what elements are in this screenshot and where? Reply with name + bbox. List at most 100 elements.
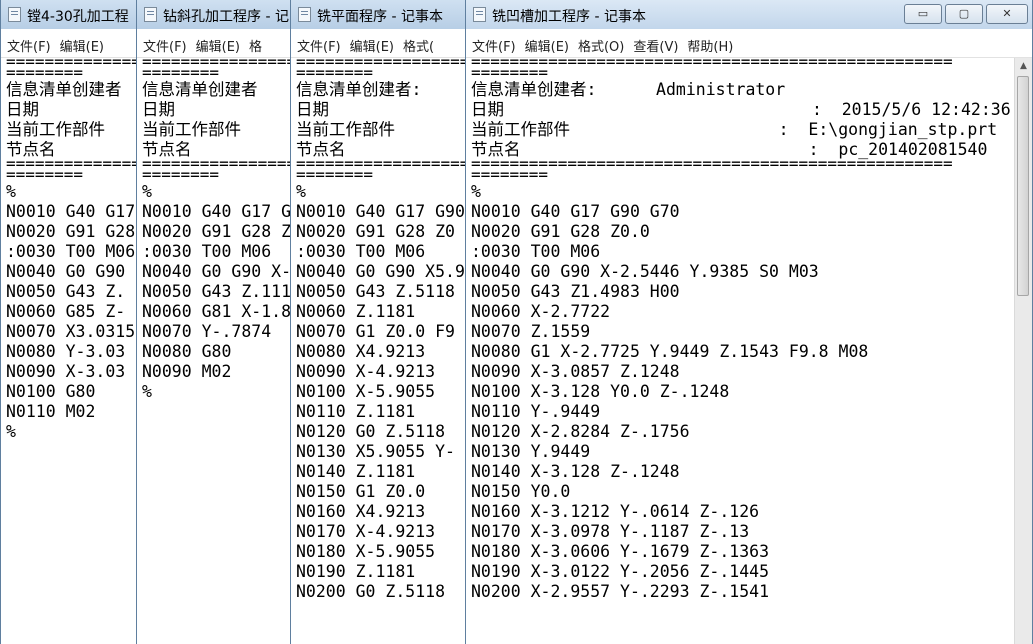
text-area[interactable]: ============================信息清单创建者:日期当前… [291, 58, 467, 644]
notepad-icon [473, 7, 486, 22]
window-title: 铣凹槽加工程序 - 记事本 [492, 9, 646, 25]
text-line: % [6, 182, 16, 201]
text-line: % [6, 422, 16, 441]
document-text[interactable]: ========================================… [466, 58, 1015, 602]
menu-format[interactable]: 格 [249, 36, 262, 55]
text-line: N0090 M02 [142, 362, 232, 381]
text-line: ========================================… [471, 160, 1015, 168]
text-line: ======== [142, 66, 220, 80]
document-text[interactable]: ============================信息清单创建者:日期当前… [291, 58, 467, 602]
window-title: 铣平面程序 - 记事本 [317, 9, 443, 25]
menu-file[interactable]: 文件(F) [7, 36, 51, 55]
text-line: 日期 [296, 100, 329, 119]
text-line: N0110 Z.1181 [296, 402, 416, 421]
title-bar[interactable]: 钻斜孔加工程序 - 记 [137, 0, 293, 29]
text-line: N0170 X-3.0978 Y-.1187 Z-.13 [471, 522, 750, 541]
text-area[interactable]: ======================信息清单创建者日期当前工作部件节点名… [1, 58, 139, 644]
text-line: N0020 G91 G28 [6, 222, 136, 241]
text-line: N0010 G40 G17 G90 G70 [471, 202, 680, 221]
menu-format[interactable]: 格式( [403, 36, 434, 55]
text-line: N0080 Y-3.03 [6, 342, 126, 361]
text-line: ============== [6, 160, 139, 168]
text-line: N0040 G0 G90 [6, 262, 126, 281]
text-line: N0080 G80 [142, 342, 232, 361]
text-line: N0180 X-3.0606 Y-.1679 Z-.1363 [471, 542, 770, 561]
text-line: ==================== [296, 58, 467, 66]
menu-bar: 文件(F) 编辑(E) 格式( [291, 29, 467, 58]
text-line: N0130 X5.9055 Y- [296, 442, 455, 461]
text-line: N0120 X-2.8284 Z-.1756 [471, 422, 690, 441]
text-line: N0060 G81 X-1.8 [142, 302, 292, 321]
text-line: 当前工作部件 [296, 120, 395, 139]
menu-bar: 文件(F) 编辑(E) [1, 29, 139, 58]
notepad-window-drilling[interactable]: 钻斜孔加工程序 - 记 文件(F)编辑(E)格 ================… [136, 0, 294, 644]
menu-file[interactable]: 文件(F) [297, 36, 341, 55]
window-title: 镗4-30孔加工程 [27, 9, 129, 25]
title-bar[interactable]: 铣凹槽加工程序 - 记事本 ▭ ▢ ✕ [466, 0, 1032, 29]
menu-edit[interactable]: 编辑(E) [60, 36, 104, 55]
menu-edit[interactable]: 编辑(E) [350, 36, 394, 55]
menu-file[interactable]: 文件(F) [472, 36, 516, 55]
menu-edit[interactable]: 编辑(E) [525, 36, 569, 55]
document-text[interactable]: ======================信息清单创建者日期当前工作部件节点名… [1, 58, 139, 442]
text-line: N0020 G91 G28 Z [142, 222, 292, 241]
text-line: N0020 G91 G28 Z0.0 [471, 222, 650, 241]
text-line: :0030 T00 M06 [471, 242, 601, 261]
text-line: N0200 X-2.9557 Y-.2293 Z-.1541 [471, 582, 770, 601]
text-line: N0100 X-5.9055 [296, 382, 436, 401]
text-line: N0090 X-3.03 [6, 362, 126, 381]
text-area[interactable]: ========================================… [466, 58, 1015, 644]
vertical-scrollbar[interactable]: ▲ [1014, 58, 1032, 644]
text-line: N0060 Z.1181 [296, 302, 416, 321]
text-line: N0120 G0 Z.5118 [296, 422, 446, 441]
text-line: N0170 X-4.9213 [296, 522, 436, 541]
title-bar[interactable]: 铣平面程序 - 记事本 [291, 0, 467, 29]
notepad-window-pocket-milling[interactable]: 铣凹槽加工程序 - 记事本 ▭ ▢ ✕ 文件(F) 编辑(E) 格式(O) 查看(V)… [465, 0, 1033, 644]
menu-view[interactable]: 查看(V) [633, 36, 678, 55]
text-line: N0180 X-5.9055 [296, 542, 436, 561]
text-line: ======== [296, 66, 374, 80]
window-title: 钻斜孔加工程序 - 记 [163, 9, 289, 25]
text-line: N0140 Z.1181 [296, 462, 416, 481]
document-text[interactable]: ============================信息清单创建者日期当前工… [137, 58, 293, 402]
menu-help[interactable]: 帮助(H) [687, 36, 733, 55]
text-line: 节点名 [6, 140, 56, 159]
text-area[interactable]: ============================信息清单创建者日期当前工… [137, 58, 293, 644]
text-line: % [142, 382, 152, 401]
close-button[interactable]: ✕ [986, 4, 1028, 24]
text-line: N0090 X-4.9213 [296, 362, 436, 381]
text-line: :0030 T00 M06 [296, 242, 426, 261]
text-line: 当前工作部件 [6, 120, 105, 139]
text-line: ======== [471, 168, 549, 182]
text-line: N0160 X4.9213 [296, 502, 426, 521]
text-line: N0130 Y.9449 [471, 442, 591, 461]
text-line: N0060 X-2.7722 [471, 302, 611, 321]
text-line: N0110 Y-.9449 [471, 402, 601, 421]
text-line: ======== [142, 168, 220, 182]
text-line: N0090 X-3.0857 Z.1248 [471, 362, 680, 381]
menu-bar: 文件(F) 编辑(E) 格式(O) 查看(V) 帮助(H) [466, 29, 1032, 58]
text-line: ======== [296, 168, 374, 182]
text-line: N0050 G43 Z.111 [142, 282, 292, 301]
menu-edit[interactable]: 编辑(E) [196, 36, 240, 55]
maximize-button[interactable]: ▢ [945, 4, 983, 24]
text-line: 当前工作部件 : E:\gongjian_stp.prt [471, 120, 998, 139]
scroll-up-arrow-icon[interactable]: ▲ [1015, 58, 1032, 75]
text-line: N0040 G0 G90 X-2.5446 Y.9385 S0 M03 [471, 262, 819, 281]
menu-file[interactable]: 文件(F) [143, 36, 187, 55]
minimize-button[interactable]: ▭ [904, 4, 942, 24]
text-line: 节点名 : pc_201402081540 [471, 140, 988, 159]
text-line: N0050 G43 Z1.4983 H00 [471, 282, 680, 301]
title-bar[interactable]: 镗4-30孔加工程 [1, 0, 139, 29]
scrollbar-thumb[interactable] [1017, 76, 1029, 296]
text-line: 信息清单创建者: Administrator [471, 80, 786, 99]
menu-format[interactable]: 格式(O) [578, 36, 624, 55]
text-line: % [142, 182, 152, 201]
menu-bar: 文件(F) 编辑(E) 格 [137, 29, 293, 58]
text-line: ==================== [142, 58, 293, 66]
text-line: N0010 G40 G17 [6, 202, 136, 221]
notepad-window-boring[interactable]: 镗4-30孔加工程 文件(F) 编辑(E) ===================… [0, 0, 140, 644]
text-line: 日期 [6, 100, 39, 119]
notepad-window-face-milling[interactable]: 铣平面程序 - 记事本 文件(F)编辑(E)格式( ==============… [290, 0, 468, 644]
text-line: 信息清单创建者: [296, 80, 422, 99]
